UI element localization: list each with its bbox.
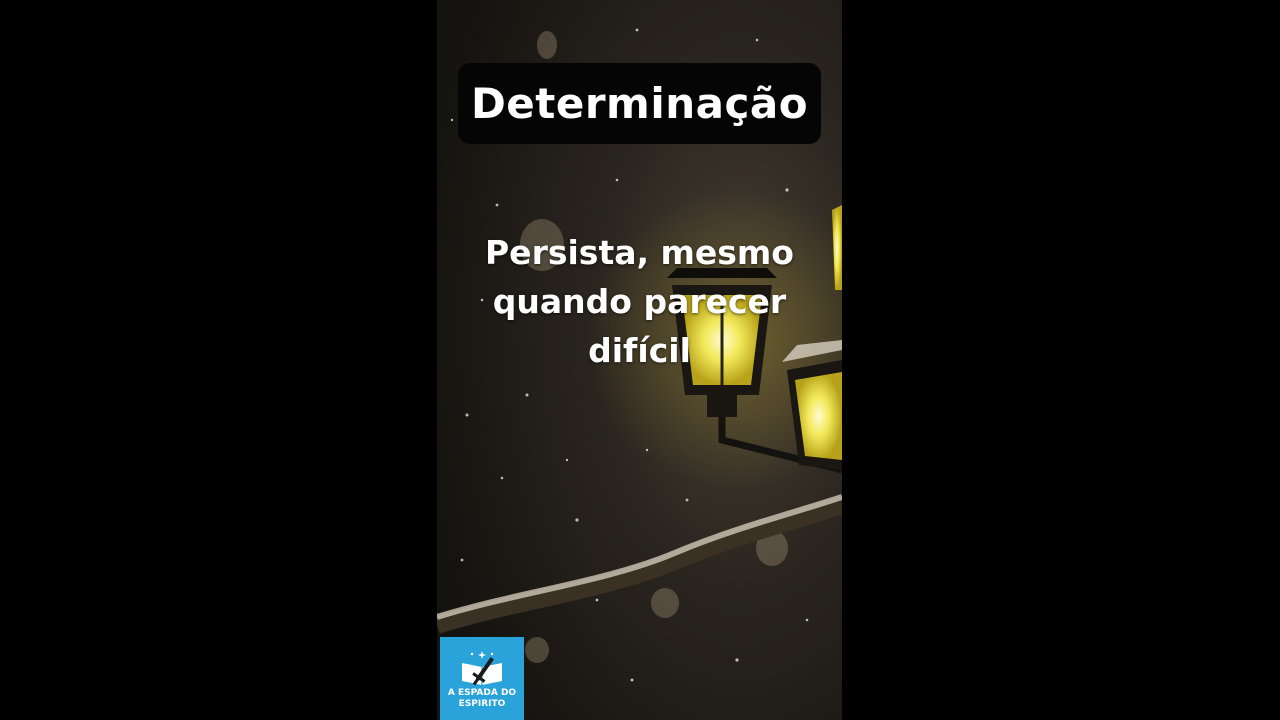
quote-line: Persista, mesmo: [485, 233, 794, 272]
logo-text: A ESPADA DO ESPIRITO: [440, 688, 524, 710]
title-text: Determinação: [470, 79, 809, 128]
logo-line: A ESPADA DO: [447, 688, 517, 698]
title-box: Determinação: [458, 63, 821, 144]
channel-logo[interactable]: A ESPADA DO ESPIRITO: [440, 637, 524, 720]
quote-line: difícil: [588, 331, 691, 370]
logo-line: ESPIRITO: [458, 699, 506, 709]
quote-line: quando parecer: [492, 282, 787, 321]
quote-text: Persista, mesmo quando parecer difícil: [457, 228, 822, 375]
book-sword-icon: [462, 651, 502, 686]
video-frame[interactable]: Determinação Persista, mesmo quando pare…: [437, 0, 842, 720]
